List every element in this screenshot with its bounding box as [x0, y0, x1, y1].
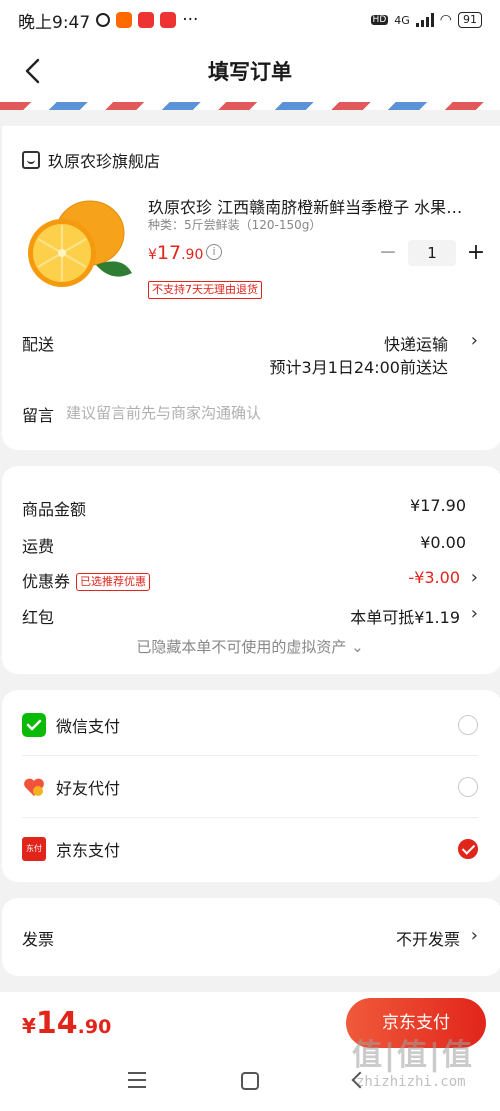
- total-integer: 14: [35, 1006, 78, 1041]
- signal-icon: [415, 13, 434, 27]
- store-icon: [22, 151, 40, 169]
- delivery-label: 配送: [22, 335, 55, 354]
- jd-logo-text: 东付: [26, 844, 42, 853]
- quantity-input[interactable]: 1: [408, 240, 456, 266]
- wechat-pay-icon: [22, 713, 46, 737]
- radio-wechat[interactable]: [458, 715, 478, 735]
- price-integer: 17: [156, 242, 182, 264]
- product-spec: 种类：5斤尝鲜装（120-150g）: [148, 218, 322, 232]
- shipping-label: 运费: [22, 537, 55, 556]
- product-price: ¥ 17 .90: [148, 242, 203, 264]
- jd-pay-icon: 东付: [22, 837, 46, 861]
- message-input[interactable]: 建议留言前先与商家沟通确认: [66, 402, 261, 423]
- red-packet-value[interactable]: 本单可抵¥1.19: [350, 604, 460, 628]
- toutiao-icon: [138, 12, 155, 28]
- payment-option-friend[interactable]: 好友代付: [0, 756, 500, 818]
- chevron-right-icon[interactable]: ›: [471, 567, 478, 588]
- watermark-url: zhizhizhi.com: [356, 1074, 466, 1090]
- wifi-icon: ◠: [439, 12, 452, 28]
- chevron-right-icon[interactable]: ›: [471, 330, 478, 351]
- payment-option-wechat[interactable]: 微信支付: [0, 694, 500, 756]
- coupon-row[interactable]: 优惠券 已选推荐优惠: [22, 568, 151, 592]
- home-icon[interactable]: [241, 1072, 259, 1090]
- info-icon[interactable]: i: [206, 244, 222, 260]
- decrease-button[interactable]: −: [378, 240, 398, 266]
- network-type: 4G: [394, 13, 410, 27]
- total-price: ¥ 14 .90: [22, 1006, 111, 1041]
- invoice-label: 发票: [22, 930, 55, 949]
- payment-label: 京东支付: [56, 841, 121, 860]
- taobao-icon: [116, 12, 133, 28]
- invoice-value[interactable]: 不开发票: [396, 926, 460, 950]
- chevron-right-icon[interactable]: ›: [471, 603, 478, 624]
- status-bar: 晚上9:47 ··· HD 4G ◠ 91: [0, 0, 500, 40]
- red-packet-label: 红包: [22, 608, 55, 627]
- coupon-value[interactable]: -¥3.00: [408, 568, 460, 587]
- menu-icon[interactable]: [128, 1072, 146, 1088]
- radio-jd[interactable]: [458, 839, 478, 859]
- hidden-assets-toggle[interactable]: 已隐藏本单不可使用的虚拟资产 ⌄: [0, 636, 500, 657]
- nav-bar: 填写订单: [0, 40, 500, 102]
- page-title: 填写订单: [208, 60, 292, 84]
- payment-label: 微信支付: [56, 717, 121, 736]
- alarm-icon: [96, 13, 111, 27]
- shop-name: 玖原农珍旗舰店: [48, 152, 161, 171]
- quantity-stepper: − 1 +: [378, 240, 486, 266]
- return-policy-badge: 不支持7天无理由退货: [148, 281, 262, 299]
- shop-header[interactable]: 玖原农珍旗舰店: [22, 148, 160, 172]
- product-title[interactable]: 玖原农珍 江西赣南脐橙新鲜当季橙子 水果京东自营: [148, 194, 478, 218]
- total-currency: ¥: [22, 1014, 36, 1038]
- more-notifications-icon: ···: [182, 10, 199, 30]
- shipping-value: ¥0.00: [420, 533, 466, 552]
- radio-friend[interactable]: [458, 777, 478, 797]
- goods-amount-value: ¥17.90: [410, 496, 466, 515]
- hd-icon: HD: [370, 15, 389, 25]
- delivery-method[interactable]: 快递运输: [384, 331, 448, 355]
- message-label: 留言: [22, 406, 55, 425]
- total-decimal: .90: [77, 1016, 112, 1038]
- status-time: 晚上9:47: [18, 12, 91, 33]
- product-image[interactable]: [24, 195, 134, 295]
- payment-label: 好友代付: [56, 779, 121, 798]
- app-notify-icon: [160, 12, 177, 28]
- price-decimal: .90: [181, 247, 204, 263]
- delivery-eta: 预计3月1日24:00前送达: [269, 358, 448, 377]
- watermark-logo: 值|值|值: [352, 1038, 474, 1073]
- battery-level: 91: [458, 12, 482, 28]
- chevron-right-icon[interactable]: ›: [471, 925, 478, 946]
- friend-pay-icon: [24, 778, 44, 796]
- airmail-divider: [0, 102, 500, 110]
- payment-option-jd[interactable]: 东付 京东支付: [0, 818, 500, 880]
- coupon-badge: 已选推荐优惠: [76, 573, 151, 591]
- price-currency: ¥: [148, 247, 157, 263]
- goods-amount-label: 商品金额: [22, 500, 87, 519]
- coupon-label: 优惠券: [22, 572, 71, 591]
- back-icon[interactable]: [22, 58, 44, 84]
- increase-button[interactable]: +: [466, 240, 486, 266]
